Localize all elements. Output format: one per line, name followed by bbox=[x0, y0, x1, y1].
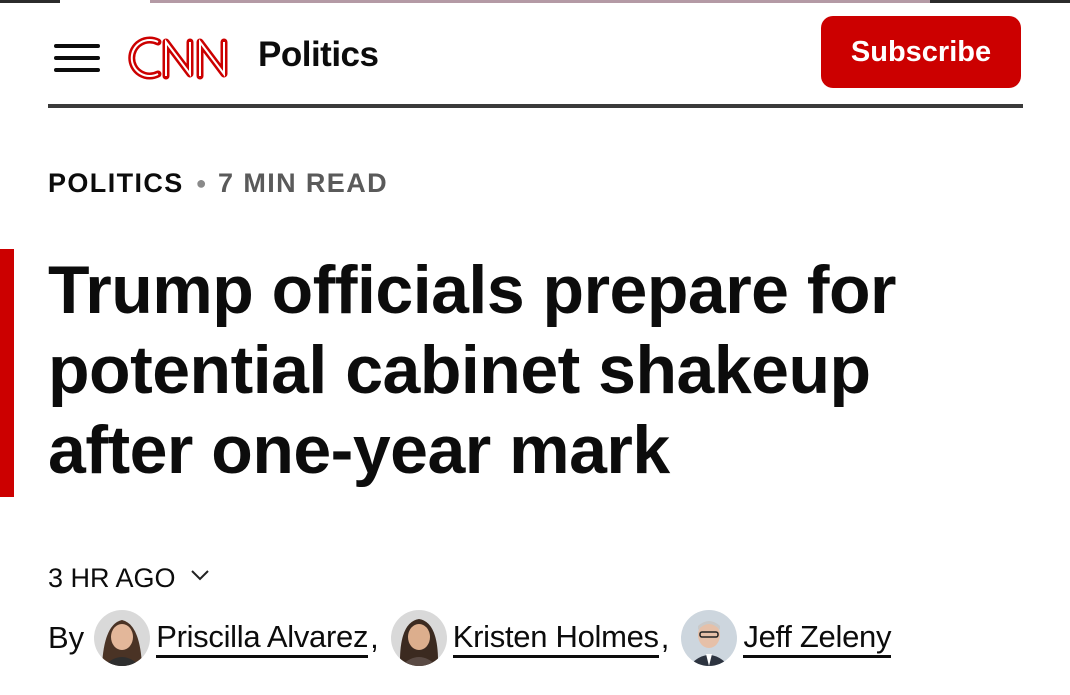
author-link[interactable]: Jeff Zeleny bbox=[681, 610, 891, 666]
section-title[interactable]: Politics bbox=[258, 35, 379, 75]
author-link[interactable]: Priscilla Alvarez bbox=[94, 610, 368, 666]
cnn-logo[interactable] bbox=[128, 30, 246, 86]
hamburger-menu-icon[interactable] bbox=[54, 38, 100, 78]
timestamp-toggle[interactable]: 3 HR AGO bbox=[48, 563, 210, 594]
top-strip bbox=[0, 0, 1070, 4]
site-header: Politics Subscribe bbox=[48, 14, 1023, 106]
author-avatar bbox=[94, 610, 151, 666]
separator-dot-icon: ● bbox=[195, 173, 208, 193]
headline-accent-bar bbox=[0, 249, 14, 497]
subscribe-button[interactable]: Subscribe bbox=[821, 16, 1021, 88]
article-headline: Trump officials prepare for potential ca… bbox=[48, 252, 897, 488]
author-name: Jeff Zeleny bbox=[743, 619, 891, 658]
author-name: Kristen Holmes bbox=[452, 619, 659, 658]
category-link[interactable]: POLITICS bbox=[48, 168, 184, 199]
read-time: 7 MIN READ bbox=[218, 168, 389, 198]
chevron-down-icon bbox=[190, 569, 209, 580]
author-avatar bbox=[390, 610, 447, 666]
author-name: Priscilla Alvarez bbox=[156, 619, 368, 658]
timestamp-text: 3 HR AGO bbox=[48, 563, 176, 593]
author-avatar bbox=[681, 610, 738, 666]
header-divider bbox=[48, 104, 1023, 108]
byline: By Priscilla Alvarez , Kristen Holmes , bbox=[48, 608, 891, 668]
byline-prefix: By bbox=[48, 620, 85, 655]
author-link[interactable]: Kristen Holmes bbox=[390, 610, 659, 666]
article-kicker: POLITICS ● 7 MIN READ bbox=[48, 168, 388, 199]
